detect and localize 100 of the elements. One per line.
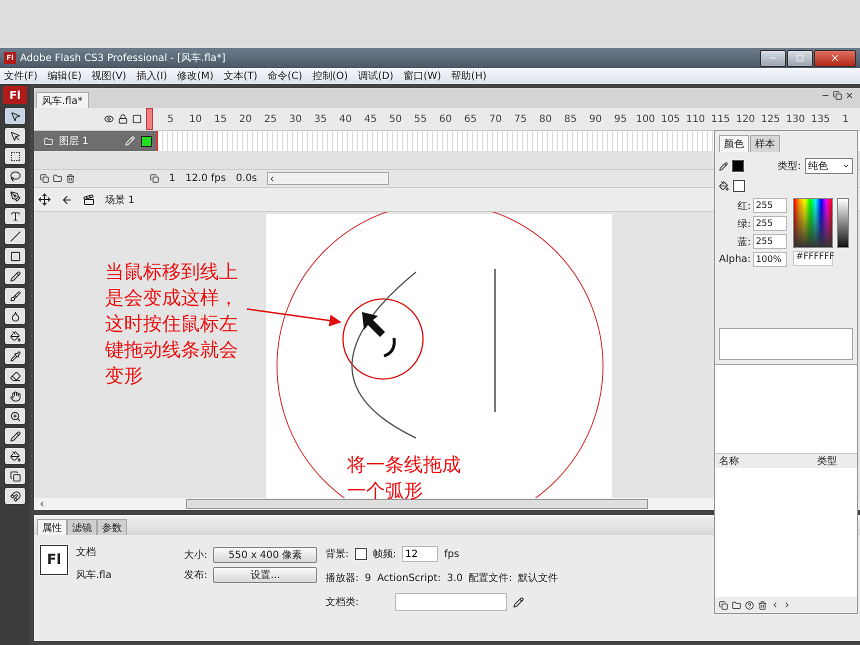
trash-icon[interactable]: [66, 174, 75, 183]
scrollbar[interactable]: [34, 498, 714, 510]
column-header[interactable]: 名称: [719, 454, 739, 468]
tool-button[interactable]: [5, 428, 25, 444]
channel-field[interactable]: 100%: [752, 252, 787, 267]
tool-button[interactable]: [5, 408, 25, 424]
frame-number: 100: [634, 114, 656, 124]
annotation-text: 将一条线拖成一个弧形: [347, 453, 461, 504]
stroke-color-swatch[interactable]: [732, 160, 744, 172]
channel-label: 绿:: [737, 218, 751, 230]
tool-button[interactable]: [5, 448, 25, 464]
tool-button[interactable]: [5, 188, 25, 204]
tool-button[interactable]: [5, 488, 25, 504]
panel-tab[interactable]: 属性: [37, 519, 67, 535]
fill-color-swatch[interactable]: [733, 180, 745, 192]
menu-item[interactable]: 文件(F): [4, 69, 38, 83]
menu-item[interactable]: 插入(I): [136, 69, 168, 83]
panel-tab[interactable]: 参数: [97, 519, 127, 535]
hex-field[interactable]: #FFFFFF: [792, 251, 833, 266]
frame-number: 110: [684, 114, 706, 124]
frame-number: 20: [238, 114, 253, 124]
scroll-left-icon: [38, 500, 46, 508]
type-select[interactable]: 纯色: [805, 158, 853, 174]
back-icon[interactable]: [61, 194, 73, 206]
tool-button[interactable]: [5, 328, 25, 344]
document-tab[interactable]: 风车.fla*: [36, 92, 89, 108]
background-color-swatch[interactable]: [354, 548, 367, 560]
menu-item[interactable]: 窗口(W): [403, 69, 442, 83]
frame-number: 65: [463, 114, 478, 124]
tool-button[interactable]: [5, 168, 25, 184]
folder-icon[interactable]: [53, 174, 62, 183]
column-header[interactable]: 类型: [817, 454, 837, 468]
outline-icon[interactable]: [132, 114, 142, 124]
tool-button[interactable]: [5, 248, 25, 264]
eyedropper-icon: [10, 350, 20, 362]
brightness-bar[interactable]: [836, 198, 849, 248]
minimize-button[interactable]: [760, 50, 786, 66]
channel-field[interactable]: 255: [752, 198, 787, 213]
frame-number: 135: [810, 114, 832, 124]
frame-rate-input[interactable]: 12: [402, 546, 438, 562]
frame-number: 1: [841, 114, 850, 124]
scroll-left-icon[interactable]: [771, 601, 779, 609]
scene-name[interactable]: 场景 1: [105, 192, 135, 206]
tool-button[interactable]: [5, 228, 25, 244]
tool-button[interactable]: [5, 468, 25, 484]
layer-row[interactable]: 图层 1: [34, 131, 156, 151]
tool-button[interactable]: [5, 288, 25, 304]
channel-label: 红:: [737, 200, 751, 212]
tool-button[interactable]: [5, 128, 25, 144]
close-button[interactable]: [814, 50, 856, 66]
color-spectrum[interactable]: [792, 198, 833, 248]
menu-item[interactable]: 调试(D): [358, 69, 394, 83]
scroll-right-icon[interactable]: [783, 601, 791, 609]
tool-button[interactable]: [5, 268, 25, 284]
document-class-input[interactable]: [394, 593, 507, 611]
panel-tab[interactable]: 颜色: [719, 135, 749, 152]
menu-item[interactable]: 帮助(H): [451, 69, 486, 83]
settings-button[interactable]: 设置...: [213, 567, 318, 583]
frame-number: 125: [760, 114, 782, 124]
scrollbar[interactable]: [267, 172, 390, 185]
panel-tab[interactable]: 滤镜: [67, 519, 97, 535]
restore-icon[interactable]: [833, 91, 842, 100]
field-label: 大小:: [184, 548, 208, 562]
fill-icon: [719, 181, 729, 191]
selection-tool-icon: [10, 110, 20, 122]
profile-name: 默认文件: [518, 572, 558, 585]
close-icon[interactable]: [845, 91, 854, 100]
frame-number: 10: [188, 114, 203, 124]
tool-button[interactable]: [5, 208, 25, 224]
tool-button[interactable]: [5, 308, 25, 324]
menu-item[interactable]: 视图(V): [92, 69, 126, 83]
pencil-icon[interactable]: [512, 596, 524, 608]
tool-button[interactable]: [5, 108, 25, 124]
menu-item[interactable]: 命令(C): [267, 69, 302, 83]
lock-icon[interactable]: [118, 114, 128, 124]
pencil-icon: [10, 270, 20, 282]
unit-label: fps: [444, 548, 460, 560]
channel-field[interactable]: 255: [752, 234, 787, 249]
maximize-button[interactable]: [787, 50, 813, 66]
folder-icon[interactable]: [732, 600, 741, 610]
frame-number: 35: [313, 114, 328, 124]
tool-button[interactable]: [5, 388, 25, 404]
menu-item[interactable]: 控制(O): [312, 69, 348, 83]
frame-number: 90: [588, 114, 603, 124]
menu-item[interactable]: 修改(M): [177, 69, 214, 83]
tool-button[interactable]: [5, 148, 25, 164]
panel-tab[interactable]: 样本: [750, 135, 780, 152]
frame-number: 80: [538, 114, 553, 124]
menu-item[interactable]: 文本(T): [224, 69, 258, 83]
channel-field[interactable]: 255: [752, 216, 787, 231]
tool-button[interactable]: [5, 348, 25, 364]
layer-name: 图层 1: [59, 135, 90, 148]
trash-icon[interactable]: [758, 600, 767, 610]
eye-icon[interactable]: [104, 114, 114, 124]
field-label: 帧频:: [372, 548, 396, 561]
tool-button[interactable]: [5, 368, 25, 384]
pencil-icon: [125, 136, 135, 146]
menu-item[interactable]: 编辑(E): [48, 69, 82, 83]
frame-number: 60: [438, 114, 453, 124]
size-button[interactable]: 550 x 400 像素: [213, 547, 318, 563]
